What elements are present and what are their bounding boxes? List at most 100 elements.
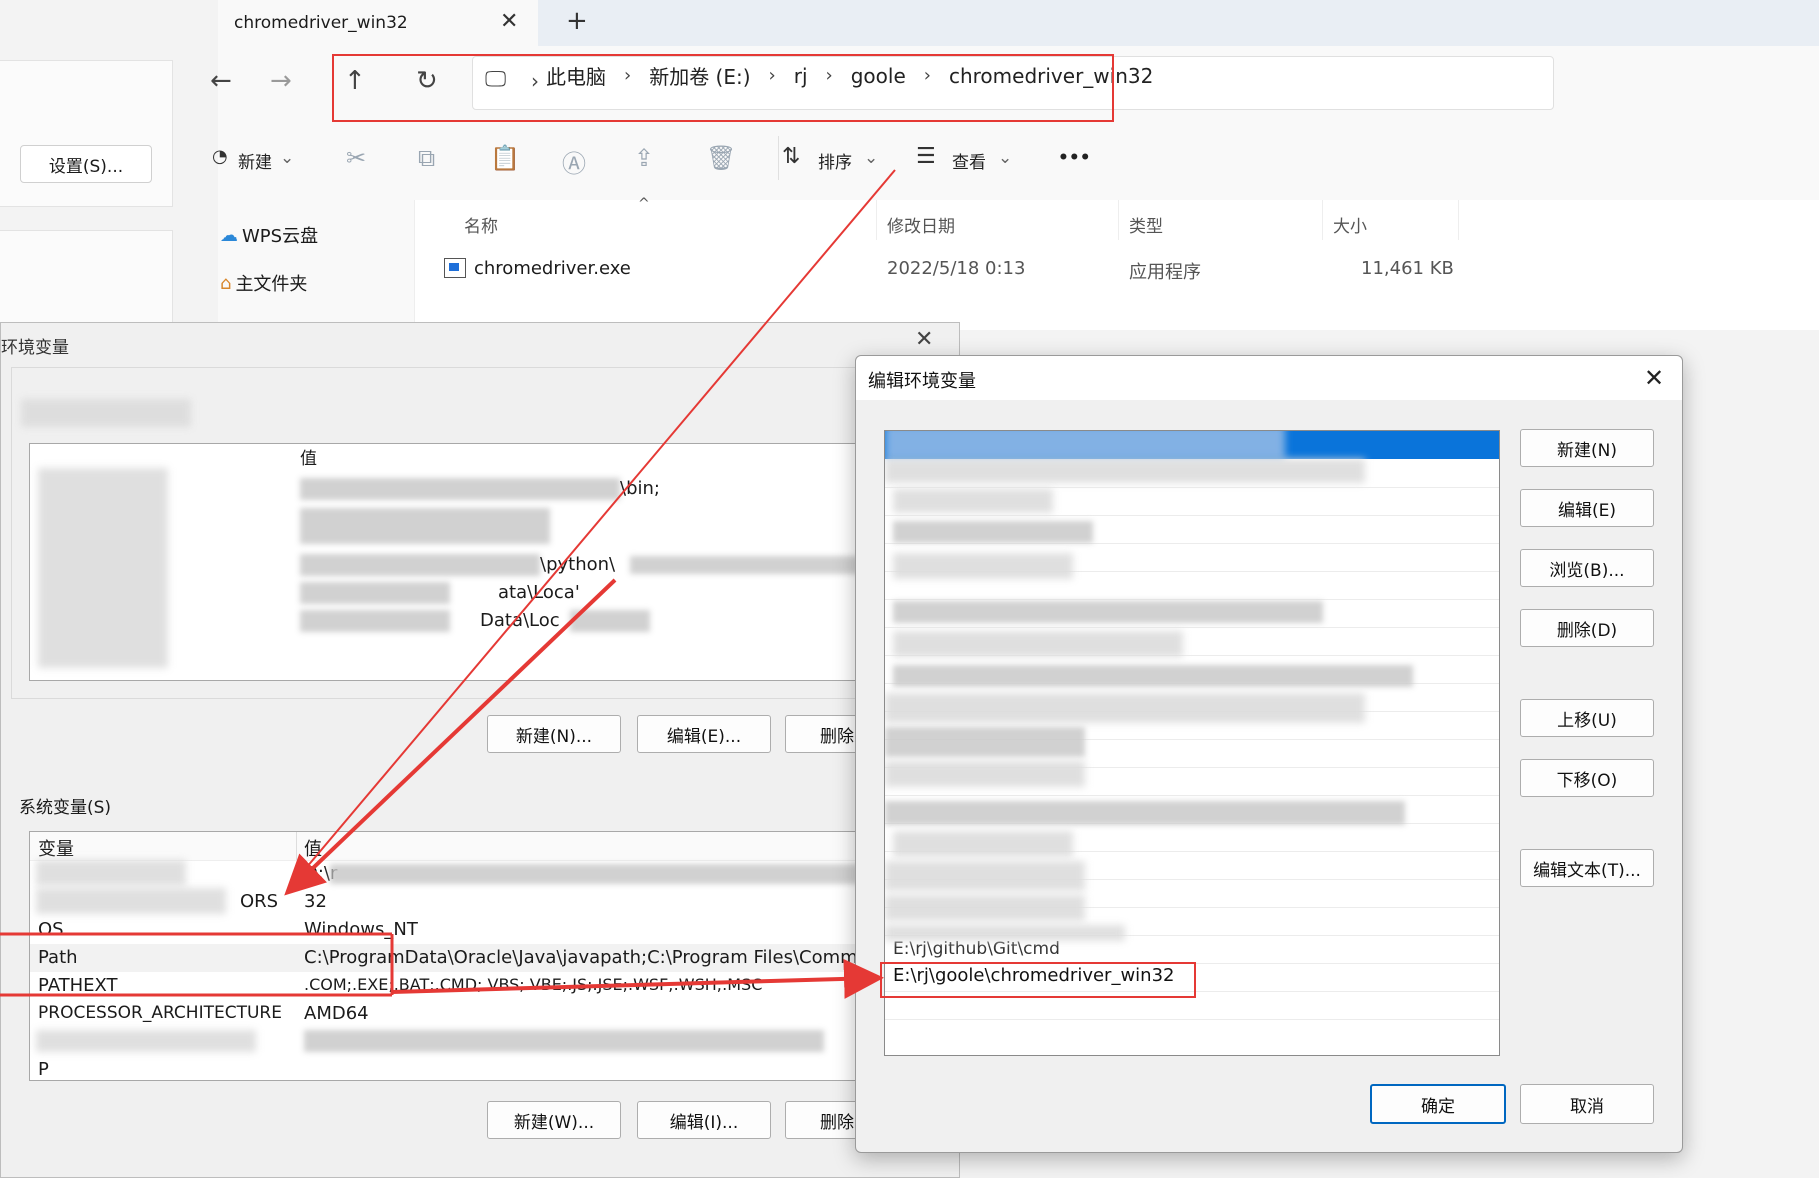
redacted-value [300, 478, 620, 500]
nav-item-label: 主文件夹 [235, 274, 308, 295]
delete-icon[interactable]: 🗑 [706, 144, 736, 172]
browse-button[interactable]: 浏览(B)... [1520, 549, 1654, 587]
file-view: ☁ WPS云盘 ⌂ 主文件夹 名称 ^ 修改日期 类型 大小 chromedri… [218, 196, 1819, 330]
new-tab-icon[interactable]: + [566, 6, 588, 36]
user-new-button[interactable]: 新建(N)... [487, 715, 621, 753]
tab-chromedriver[interactable]: chromedriver_win32 ✕ [218, 0, 538, 46]
system-variables-list[interactable]: 变量 值 D:\r ORS 32 OS Windows_NT Path C:\P… [29, 831, 961, 1081]
system-variables-label: 系统变量(S) [19, 798, 112, 818]
annotation-highlight-box [880, 962, 1196, 998]
home-icon: ⌂ [220, 272, 232, 294]
move-up-button[interactable]: 上移(U) [1520, 699, 1654, 737]
user-edit-button[interactable]: 编辑(E)... [637, 715, 771, 753]
copy-icon[interactable]: ⧉ [418, 144, 435, 172]
list-header: 变量 值 [30, 832, 960, 861]
column-header-variable[interactable]: 变量 [38, 835, 74, 861]
share-icon[interactable]: ⇪ [634, 144, 654, 172]
more-options-icon[interactable]: ••• [1058, 148, 1091, 168]
chevron-down-icon[interactable]: ⌄ [864, 148, 878, 168]
column-separator[interactable] [876, 200, 877, 240]
redacted-value [300, 582, 450, 604]
view-icon[interactable]: ☰ [916, 144, 936, 169]
view-button[interactable]: 查看 [952, 148, 986, 173]
row-name: OS [38, 919, 64, 940]
rename-icon[interactable]: Ⓐ [562, 144, 586, 179]
nav-item-wps-cloud[interactable]: ☁ WPS云盘 [220, 222, 318, 248]
cut-icon[interactable]: ✂ [346, 144, 366, 172]
row-value: Windows_NT [304, 919, 418, 940]
close-tab-icon[interactable]: ✕ [500, 9, 518, 34]
divider [778, 136, 779, 180]
ok-button[interactable]: 确定 [1370, 1084, 1506, 1124]
row-name: PROCESSOR_ARCHITECTURE [38, 1003, 282, 1023]
annotation-highlight-box [332, 54, 1114, 122]
table-row[interactable]: D:\r [30, 860, 960, 888]
row-name: Path [38, 947, 78, 968]
close-icon[interactable]: ✕ [1644, 364, 1664, 392]
move-down-button[interactable]: 下移(O) [1520, 759, 1654, 797]
redacted-entry [893, 553, 1073, 579]
chevron-down-icon[interactable]: ⌄ [280, 148, 294, 168]
table-row[interactable]: OS Windows_NT [30, 916, 960, 944]
user-variables-list[interactable]: 值 \bin; \python\ ca ata\Loca' Data\Loc [29, 443, 961, 681]
new-entry-button[interactable]: 新建(N) [1520, 429, 1654, 467]
environment-variables-dialog: 环境变量 ✕ 值 \bin; \python\ ca ata\Loca' Dat… [0, 322, 963, 1178]
edit-entry-button[interactable]: 编辑(E) [1520, 489, 1654, 527]
redacted-variable-names [38, 468, 168, 668]
tab-title: chromedriver_win32 [234, 13, 408, 33]
table-row[interactable] [30, 1028, 960, 1056]
cancel-button[interactable]: 取消 [1520, 1084, 1654, 1124]
column-header-modified[interactable]: 修改日期 [887, 212, 955, 237]
new-icon[interactable]: ◔ [212, 146, 228, 167]
sort-icon[interactable]: ⇅ [782, 144, 800, 169]
redacted-entry [893, 665, 1413, 687]
dialog-titlebar: 编辑环境变量 ✕ [856, 356, 1682, 400]
redacted-entry [885, 761, 1085, 787]
file-row[interactable]: chromedriver.exe 2022/5/18 0:13 应用程序 11,… [444, 252, 1504, 292]
chevron-down-icon[interactable]: ⌄ [998, 148, 1012, 168]
column-header-size[interactable]: 大小 [1333, 212, 1367, 237]
row-name: PATHEXT [38, 975, 118, 996]
table-row[interactable]: P [30, 1056, 960, 1080]
redacted-value [330, 864, 860, 884]
edit-environment-variable-dialog: 编辑环境变量 ✕ E:\rj\github\Git\cmd E:\rj\gool… [855, 355, 1683, 1153]
value-fragment: \python\ [540, 554, 616, 575]
sort-button[interactable]: 排序 [818, 148, 852, 173]
column-separator[interactable] [1118, 200, 1119, 240]
delete-entry-button[interactable]: 删除(D) [1520, 609, 1654, 647]
redacted-entry [885, 895, 1085, 921]
file-modified: 2022/5/18 0:13 [887, 258, 1026, 279]
table-row-path[interactable]: Path C:\ProgramData\Oracle\Java\javapath… [30, 944, 960, 972]
redacted-entry [885, 459, 1365, 483]
path-entry[interactable]: E:\rj\github\Git\cmd [893, 939, 1060, 959]
value-fragment: ata\Loca' [498, 582, 580, 603]
redacted-entry [893, 521, 1093, 543]
nav-item-home[interactable]: ⌂ 主文件夹 [220, 270, 307, 296]
settings-button[interactable]: 设置(S)... [20, 145, 152, 183]
column-separator[interactable] [1322, 200, 1323, 240]
column-header-value[interactable]: 值 [304, 835, 322, 861]
table-row[interactable]: PATHEXT .COM;.EXE;.BAT;.CMD;.VBS;.VBE;.J… [30, 972, 960, 1000]
column-separator[interactable] [1458, 200, 1459, 240]
new-button[interactable]: 新建 [238, 148, 272, 173]
redacted-value [300, 554, 540, 576]
file-size: 11,461 KB [1361, 258, 1454, 279]
column-header-name[interactable]: 名称 [464, 212, 498, 237]
column-header-type[interactable]: 类型 [1129, 212, 1163, 237]
edit-text-button[interactable]: 编辑文本(T)... [1520, 849, 1654, 887]
table-row[interactable]: PROCESSOR_ARCHITECTURE AMD64 [30, 1000, 960, 1028]
system-new-button[interactable]: 新建(W)... [487, 1101, 621, 1139]
value-fragment: \bin; [620, 478, 660, 499]
table-row[interactable]: ORS 32 [30, 888, 960, 916]
redacted-value [630, 556, 860, 574]
back-arrow-icon[interactable]: ← [210, 66, 232, 96]
column-header-value: 值 [300, 449, 317, 469]
close-icon[interactable]: ✕ [915, 327, 933, 352]
paste-icon[interactable]: 📋 [490, 144, 520, 172]
forward-arrow-icon[interactable]: → [270, 66, 292, 96]
exe-file-icon [444, 258, 466, 278]
redacted-value [300, 508, 550, 544]
system-edit-button[interactable]: 编辑(I)... [637, 1101, 771, 1139]
redacted-value [304, 1030, 824, 1052]
column-separator[interactable] [296, 832, 297, 860]
